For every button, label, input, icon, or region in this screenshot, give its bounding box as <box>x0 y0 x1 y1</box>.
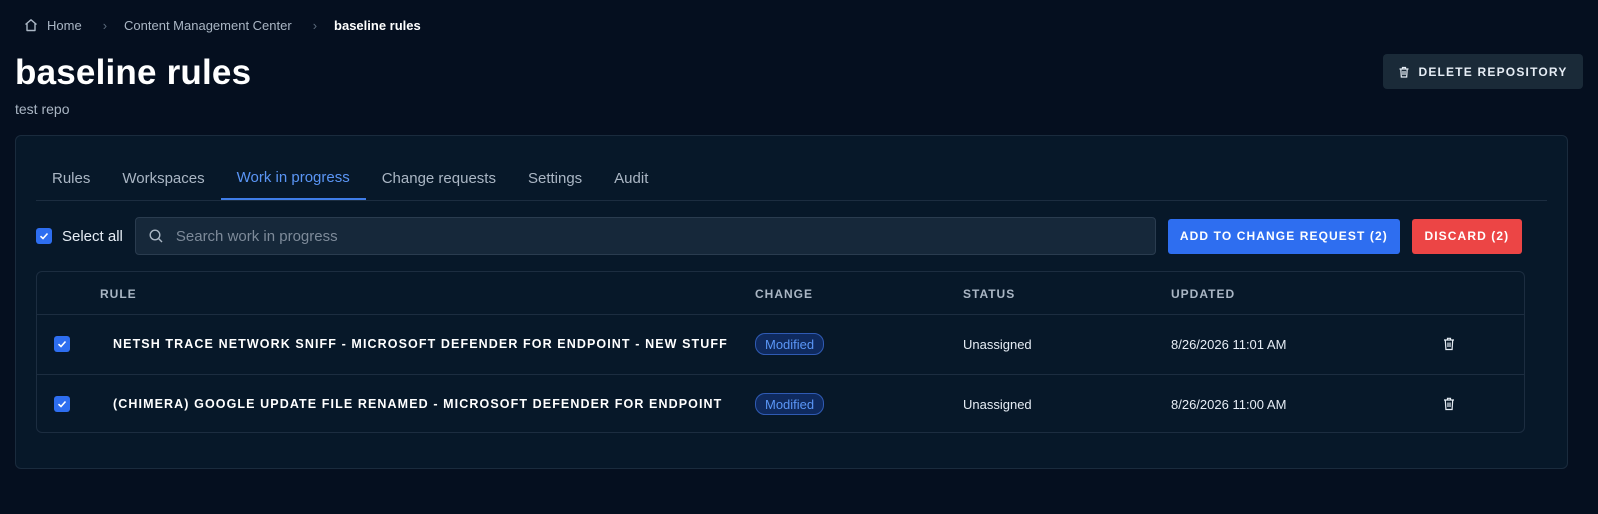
chevron-right-icon: › <box>102 17 108 33</box>
search-box[interactable] <box>134 217 1156 255</box>
checkmark-icon <box>57 400 67 408</box>
updated-timestamp: 8/26/2026 11:00 AM <box>1171 397 1287 412</box>
column-header-rule[interactable]: RULE <box>100 287 137 301</box>
rule-name[interactable]: (CHIMERA) GOOGLE UPDATE FILE RENAMED - M… <box>113 397 722 411</box>
toolbar: Select all ADD TO CHANGE REQUEST (2) DIS… <box>36 217 1547 255</box>
trash-icon <box>1398 66 1410 78</box>
table-row[interactable]: NETSH TRACE NETWORK SNIFF - MICROSOFT DE… <box>37 315 1524 375</box>
delete-repository-button[interactable]: DELETE REPOSITORY <box>1383 54 1583 89</box>
select-all-checkbox[interactable] <box>36 228 52 244</box>
search-input[interactable] <box>173 226 1138 246</box>
tab-change-requests[interactable]: Change requests <box>366 156 512 200</box>
trash-icon[interactable] <box>1442 396 1456 412</box>
updated-timestamp: 8/26/2026 11:01 AM <box>1171 337 1287 352</box>
breadcrumb-home[interactable]: Home <box>47 18 82 33</box>
table-row[interactable]: (CHIMERA) GOOGLE UPDATE FILE RENAMED - M… <box>37 375 1524 434</box>
row-checkbox[interactable] <box>54 336 70 352</box>
checkmark-icon <box>39 232 49 240</box>
status-text: Unassigned <box>963 397 1032 412</box>
trash-icon[interactable] <box>1442 336 1456 352</box>
status-text: Unassigned <box>963 337 1032 352</box>
tab-settings[interactable]: Settings <box>512 156 598 200</box>
breadcrumb: Home › Content Management Center › basel… <box>24 17 421 33</box>
change-badge: Modified <box>755 393 825 415</box>
tab-audit[interactable]: Audit <box>598 156 664 200</box>
breadcrumb-section[interactable]: Content Management Center <box>124 18 292 33</box>
chevron-right-icon: › <box>312 17 318 33</box>
tab-work-in-progress[interactable]: Work in progress <box>220 156 366 200</box>
table-header: RULE CHANGE STATUS UPDATED <box>37 272 1524 315</box>
select-all-label: Select all <box>62 227 123 245</box>
discard-button[interactable]: DISCARD (2) <box>1411 218 1522 254</box>
change-badge: Modified <box>755 333 825 355</box>
add-to-change-request-button[interactable]: ADD TO CHANGE REQUEST (2) <box>1167 218 1400 254</box>
checkmark-icon <box>57 340 67 348</box>
column-header-updated[interactable]: UPDATED <box>1171 287 1235 301</box>
page-title: baseline rules <box>15 53 252 92</box>
home-icon[interactable] <box>24 18 38 32</box>
column-header-status[interactable]: STATUS <box>963 287 1015 301</box>
select-all[interactable]: Select all <box>36 228 123 245</box>
search-icon <box>148 228 164 244</box>
tab-bar: Rules Workspaces Work in progress Change… <box>36 156 1547 201</box>
delete-repository-label: DELETE REPOSITORY <box>1418 64 1568 79</box>
column-header-change[interactable]: CHANGE <box>755 287 813 301</box>
work-in-progress-table: RULE CHANGE STATUS UPDATED NETSH TRACE N… <box>36 271 1525 433</box>
tab-rules[interactable]: Rules <box>36 156 106 200</box>
row-checkbox[interactable] <box>54 396 70 412</box>
page-subtitle: test repo <box>15 101 70 117</box>
tab-workspaces[interactable]: Workspaces <box>106 156 220 200</box>
work-in-progress-panel: Rules Workspaces Work in progress Change… <box>15 135 1568 469</box>
rule-name[interactable]: NETSH TRACE NETWORK SNIFF - MICROSOFT DE… <box>113 337 728 351</box>
breadcrumb-current: baseline rules <box>334 17 421 33</box>
